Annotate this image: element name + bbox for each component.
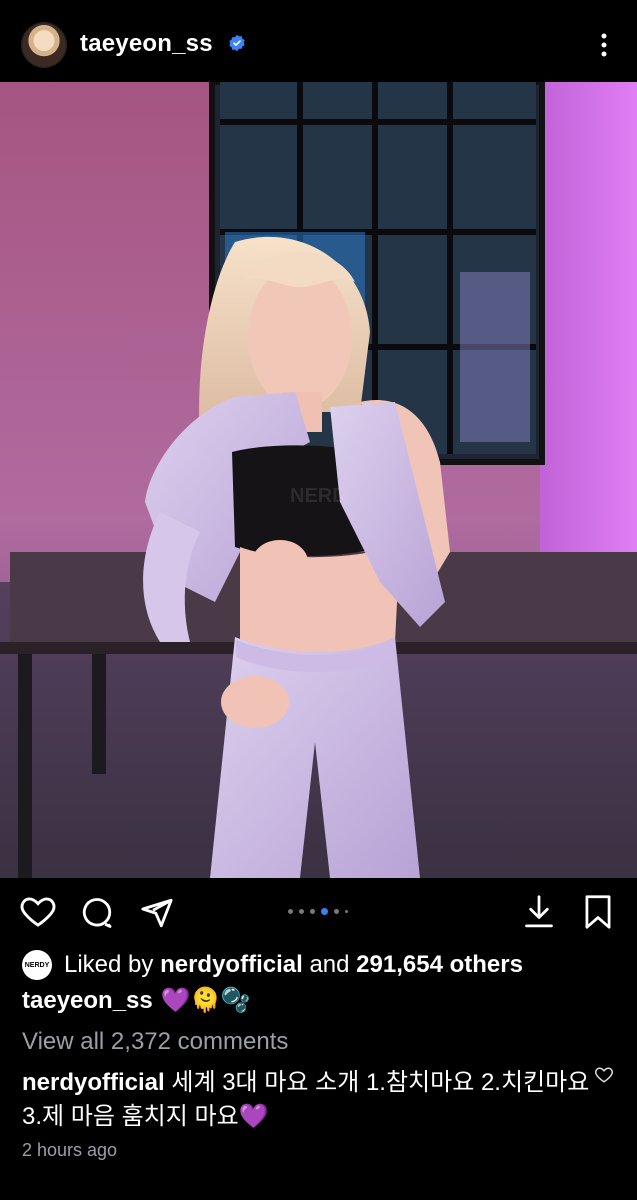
likes-row[interactable]: NERDY Liked by nerdyofficial and 291,654… [22, 950, 523, 980]
post-image-illustration: NERDY. [0, 82, 637, 878]
avatar[interactable] [22, 23, 66, 67]
caption-username[interactable]: taeyeon_ss [22, 987, 153, 1015]
more-vertical-icon[interactable] [594, 30, 614, 60]
post-header: taeyeon_ss [0, 0, 637, 82]
carousel-indicator [288, 908, 348, 915]
heart-icon[interactable] [20, 896, 56, 928]
carousel-dot [345, 910, 348, 913]
caption-emojis: 💜🫠🫧 [160, 987, 251, 1014]
view-all-comments-link[interactable]: View all 2,372 comments [22, 1028, 288, 1056]
verified-badge-icon [229, 34, 245, 52]
top-comment: nerdyofficial 세계 3대 마요 소개 1.참치마요 2.치킨마요 … [22, 1066, 592, 1134]
bookmark-icon[interactable] [582, 894, 614, 930]
post-username[interactable]: taeyeon_ss [80, 30, 213, 58]
comment-icon[interactable] [80, 896, 114, 930]
carousel-dot [334, 909, 339, 914]
comment-username[interactable]: nerdyofficial [22, 1069, 165, 1096]
carousel-dot-active [321, 908, 328, 915]
carousel-dot [299, 909, 304, 914]
post-image[interactable]: NERDY. [0, 82, 637, 878]
comment-like-icon[interactable] [595, 1066, 613, 1084]
carousel-dot [310, 909, 315, 914]
download-icon[interactable] [522, 894, 556, 930]
post-actions [0, 884, 637, 940]
likes-count[interactable]: 291,654 others [356, 951, 523, 978]
liker-username[interactable]: nerdyofficial [160, 951, 303, 978]
liker-avatar[interactable]: NERDY [22, 950, 52, 980]
carousel-dot [288, 909, 293, 914]
post-timestamp: 2 hours ago [22, 1140, 118, 1160]
likes-prefix: Liked by [64, 951, 154, 978]
share-icon[interactable] [140, 896, 174, 930]
likes-and: and [309, 951, 350, 978]
caption: taeyeon_ss 💜🫠🫧 [22, 986, 250, 1015]
